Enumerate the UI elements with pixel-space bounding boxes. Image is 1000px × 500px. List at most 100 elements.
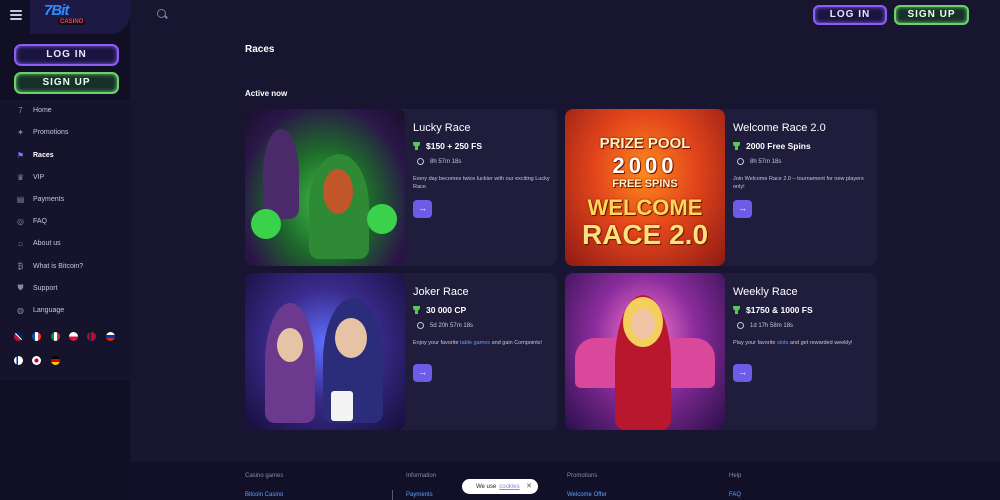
race-description: Every day becomes twice luckier with our… bbox=[413, 175, 553, 191]
close-icon[interactable]: ✕ bbox=[526, 482, 532, 490]
clock-icon bbox=[417, 322, 424, 329]
race-image-weekly[interactable] bbox=[565, 273, 725, 430]
race-card-lucky[interactable]: Lucky Race $150 + 250 FS 8h 57m 18s Ever… bbox=[245, 109, 557, 266]
race-name: Lucky Race bbox=[413, 122, 471, 134]
header-signup-button[interactable]: SIGN UP bbox=[894, 5, 969, 25]
race-prize-value: 2000 Free Spins bbox=[746, 141, 811, 151]
race-timer: 5d 20h 57m 18s bbox=[417, 322, 473, 329]
trophy-icon bbox=[733, 306, 740, 314]
art-text-prize-pool: PRIZE POOL bbox=[599, 135, 691, 152]
sidebar-item-promotions[interactable]: ✦ Promotions bbox=[0, 122, 130, 142]
sidebar-item-label: Support bbox=[33, 284, 58, 292]
header-login-button[interactable]: LOG IN bbox=[813, 5, 887, 25]
footer-link[interactable]: Welcome Offer bbox=[567, 492, 607, 498]
page-title: Races bbox=[245, 44, 275, 55]
menu-icon[interactable] bbox=[10, 10, 22, 20]
flag-icon: ⚑ bbox=[16, 150, 25, 160]
flag-ru-icon[interactable] bbox=[106, 332, 115, 341]
art-text-race: RACE 2.0 bbox=[581, 219, 709, 250]
race-image-welcome[interactable]: PRIZE POOL 2000 FREE SPINS WELCOME RACE … bbox=[565, 109, 725, 266]
race-description: Play your favorite slots and get rewarde… bbox=[733, 339, 873, 347]
footer-col-title: Casino games bbox=[245, 473, 284, 479]
sidebar-item-home[interactable]: 7 Home bbox=[0, 100, 130, 120]
footer-col-title: Information bbox=[406, 473, 437, 479]
race-name: Joker Race bbox=[413, 286, 469, 298]
sidebar-item-label: VIP bbox=[33, 173, 45, 181]
house-icon: ⌂ bbox=[18, 238, 23, 248]
flag-pl-icon[interactable] bbox=[69, 332, 78, 341]
sidebar-item-payments[interactable]: ▤ Payments bbox=[0, 189, 130, 209]
trophy-icon bbox=[413, 142, 420, 150]
flag-it-icon[interactable] bbox=[51, 332, 60, 341]
race-prize-value: $150 + 250 FS bbox=[426, 141, 483, 151]
wallet-icon: ▤ bbox=[16, 194, 25, 204]
sidebar-item-label: About us bbox=[33, 239, 61, 247]
race-prize-value: 30 000 CP bbox=[426, 305, 467, 315]
sidebar-item-language[interactable]: ◍ Language bbox=[0, 300, 130, 320]
race-timer: 8h 57m 18s bbox=[417, 158, 461, 165]
flag-jp-icon[interactable] bbox=[32, 356, 41, 365]
race-timer-value: 1d 17h 58m 18s bbox=[750, 322, 794, 329]
flag-de-icon[interactable] bbox=[51, 356, 60, 365]
sidebar-item-about[interactable]: ⌂ About us bbox=[0, 233, 130, 253]
race-timer-value: 8h 57m 18s bbox=[430, 158, 462, 165]
race-desc-link[interactable]: table games bbox=[460, 340, 490, 346]
sidebar-item-vip[interactable]: ♛ VIP bbox=[0, 167, 130, 187]
race-desc-link[interactable]: slots bbox=[777, 340, 788, 346]
race-timer: 8h 57m 18s bbox=[737, 158, 781, 165]
sidebar-top: 7Bit CASINO bbox=[0, 0, 130, 36]
sidebar-login-button[interactable]: LOG IN bbox=[14, 44, 119, 66]
race-open-button[interactable]: → bbox=[413, 364, 432, 382]
trophy-icon bbox=[733, 142, 740, 150]
race-open-button[interactable]: → bbox=[733, 200, 752, 218]
race-desc-text-after: and gain Compoints! bbox=[490, 340, 543, 346]
race-timer: 1d 17h 58m 18s bbox=[737, 322, 793, 329]
sidebar-signup-button[interactable]: SIGN UP bbox=[14, 72, 119, 94]
sidebar-item-label: Home bbox=[33, 106, 52, 114]
flag-fi-icon[interactable] bbox=[14, 356, 23, 365]
search-icon[interactable] bbox=[157, 9, 166, 18]
cookie-link[interactable]: cookies bbox=[499, 484, 519, 490]
clock-icon bbox=[737, 158, 744, 165]
cookie-text: We use bbox=[476, 483, 497, 490]
race-prize: $1750 & 1000 FS bbox=[733, 305, 813, 315]
race-timer-value: 5d 20h 57m 18s bbox=[430, 322, 474, 329]
race-description: Join Welcome Race 2.0 – tournament for n… bbox=[733, 175, 873, 191]
logo[interactable]: 7Bit CASINO bbox=[30, 0, 130, 34]
race-name: Weekly Race bbox=[733, 286, 798, 298]
section-title: Active now bbox=[245, 89, 288, 98]
sidebar-item-support[interactable]: ⛊ Support bbox=[0, 278, 130, 298]
race-card-welcome[interactable]: PRIZE POOL 2000 FREE SPINS WELCOME RACE … bbox=[565, 109, 877, 266]
globe-icon: ◍ bbox=[17, 305, 24, 315]
race-card-joker[interactable]: Joker Race 30 000 CP 5d 20h 57m 18s Enjo… bbox=[245, 273, 557, 430]
race-image-lucky[interactable] bbox=[245, 109, 405, 266]
race-image-joker[interactable] bbox=[245, 273, 405, 430]
lifebuoy-icon: ◎ bbox=[17, 216, 24, 226]
cookie-banner: We use cookies ✕ bbox=[462, 479, 538, 494]
sidebar-item-label: Races bbox=[33, 151, 54, 159]
art-text-free-spins: FREE SPINS bbox=[612, 178, 678, 190]
seven-icon: 7 bbox=[18, 105, 23, 115]
flag-no-icon[interactable] bbox=[87, 332, 96, 341]
flag-fr-icon[interactable] bbox=[32, 332, 41, 341]
clock-icon bbox=[417, 158, 424, 165]
sidebar-item-bitcoin[interactable]: ₿ What is Bitcoin? bbox=[0, 256, 130, 276]
footer-divider bbox=[392, 490, 393, 500]
race-open-button[interactable]: → bbox=[413, 200, 432, 218]
race-card-weekly[interactable]: Weekly Race $1750 & 1000 FS 1d 17h 58m 1… bbox=[565, 273, 877, 430]
sidebar-item-label: What is Bitcoin? bbox=[33, 262, 84, 270]
sidebar: 7Bit CASINO LOG IN SIGN UP 7 Home ✦ Prom… bbox=[0, 0, 130, 500]
race-open-button[interactable]: → bbox=[733, 364, 752, 382]
flag-uk-icon[interactable] bbox=[14, 332, 23, 341]
clock-icon bbox=[737, 322, 744, 329]
sidebar-item-races[interactable]: ⚑ Races bbox=[0, 145, 130, 165]
footer-link[interactable]: FAQ bbox=[729, 492, 741, 498]
sidebar-item-faq[interactable]: ◎ FAQ bbox=[0, 211, 130, 231]
race-desc-text: Enjoy your favorite bbox=[413, 340, 461, 346]
footer-col-title: Promotions bbox=[567, 473, 598, 479]
footer-col-title: Help bbox=[729, 473, 742, 479]
footer-link[interactable]: Bitcoin Casino bbox=[245, 492, 283, 498]
race-prize-value: $1750 & 1000 FS bbox=[746, 305, 813, 315]
sidebar-item-label: Payments bbox=[33, 195, 65, 203]
footer-link[interactable]: Payments bbox=[406, 492, 433, 498]
